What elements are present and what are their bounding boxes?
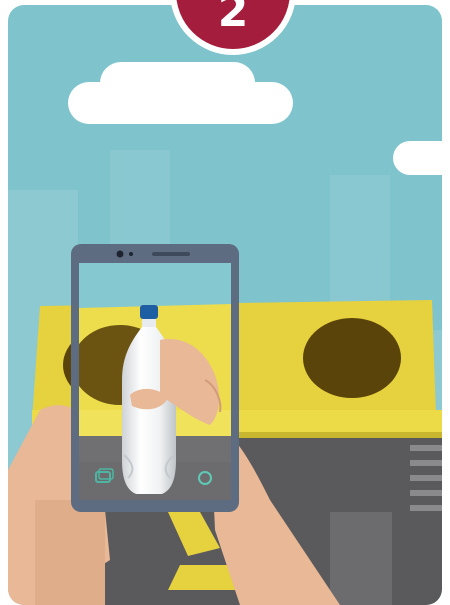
bin-door — [330, 512, 392, 605]
step-number: 2 — [218, 0, 249, 37]
scene-card — [8, 5, 442, 605]
cloud-small — [393, 141, 442, 175]
illustration-canvas: 2 — [8, 0, 442, 605]
bin-hole-right — [303, 318, 401, 398]
front-camera-icon — [116, 250, 124, 258]
phone-speaker — [152, 252, 190, 256]
